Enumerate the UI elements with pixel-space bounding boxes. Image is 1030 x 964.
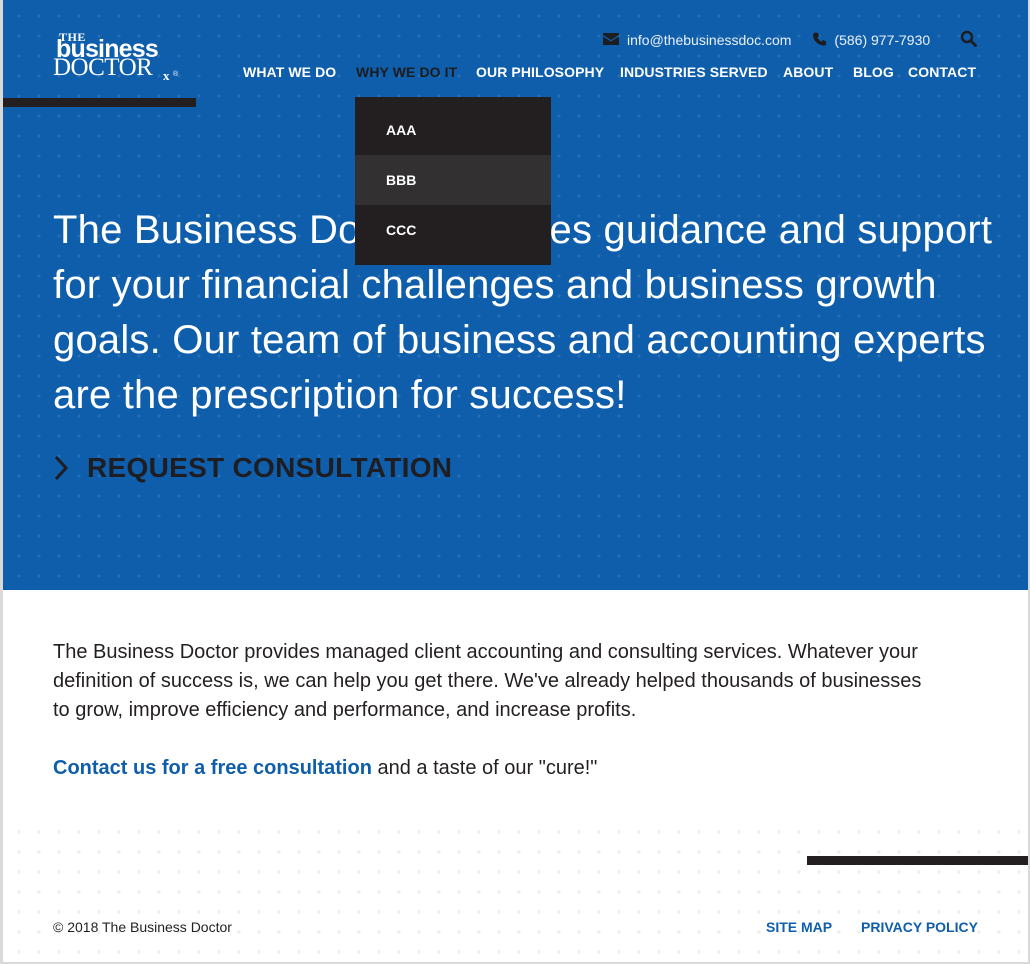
dropdown-item-bbb[interactable]: BBB	[355, 155, 551, 205]
copyright-text: © 2018 The Business Doctor	[53, 919, 232, 935]
intro-paragraph: The Business Doctor provides managed cli…	[53, 641, 922, 721]
nav-item-industries-served[interactable]: INDUSTRIES SERVED	[620, 64, 768, 80]
nav-item-about[interactable]: ABOUT	[783, 64, 833, 80]
search-icon[interactable]	[960, 30, 978, 48]
envelope-icon	[603, 32, 619, 48]
dropdown-item-ccc[interactable]: CCC	[355, 205, 551, 255]
accent-bar-right	[807, 856, 1028, 865]
dropdown-item-aaa[interactable]: AAA	[355, 105, 551, 155]
main-nav: WHAT WE DO WHY WE DO IT OUR PHILOSOPHY I…	[3, 64, 1028, 82]
header-contact-row: info@thebusinessdoc.com (586) 977-7930	[603, 31, 930, 49]
request-consultation-label: REQUEST CONSULTATION	[87, 452, 453, 483]
email-text: info@thebusinessdoc.com	[627, 32, 792, 48]
privacy-policy-link[interactable]: PRIVACY POLICY	[861, 919, 978, 935]
chevron-right-icon	[53, 455, 69, 481]
why-we-do-it-dropdown: AAA BBB CCC	[355, 97, 551, 265]
site-map-link[interactable]: SITE MAP	[766, 919, 832, 935]
nav-item-contact[interactable]: CONTACT	[908, 64, 976, 80]
request-consultation-button[interactable]: REQUEST CONSULTATION	[53, 452, 452, 484]
accent-bar-left	[3, 98, 196, 107]
free-consultation-link[interactable]: Contact us for a free consultation	[53, 757, 372, 779]
page: THE business DOCTOR x ® info@thebusiness…	[3, 0, 1028, 962]
hero-section: THE business DOCTOR x ® info@thebusiness…	[3, 0, 1028, 590]
contact-cta-line: Contact us for a free consultation and a…	[53, 754, 597, 783]
nav-item-what-we-do[interactable]: WHAT WE DO	[243, 64, 336, 80]
contact-cta-suffix: and a taste of our "cure!"	[371, 757, 598, 779]
email-link[interactable]: info@thebusinessdoc.com	[603, 32, 791, 48]
phone-icon	[813, 32, 827, 49]
footer	[3, 822, 1028, 962]
nav-item-blog[interactable]: BLOG	[853, 64, 894, 80]
nav-item-our-philosophy[interactable]: OUR PHILOSOPHY	[476, 64, 604, 80]
phone-link[interactable]: (586) 977-7930	[813, 32, 930, 49]
nav-item-why-we-do-it[interactable]: WHY WE DO IT	[356, 64, 457, 80]
phone-text: (586) 977-7930	[834, 32, 931, 48]
